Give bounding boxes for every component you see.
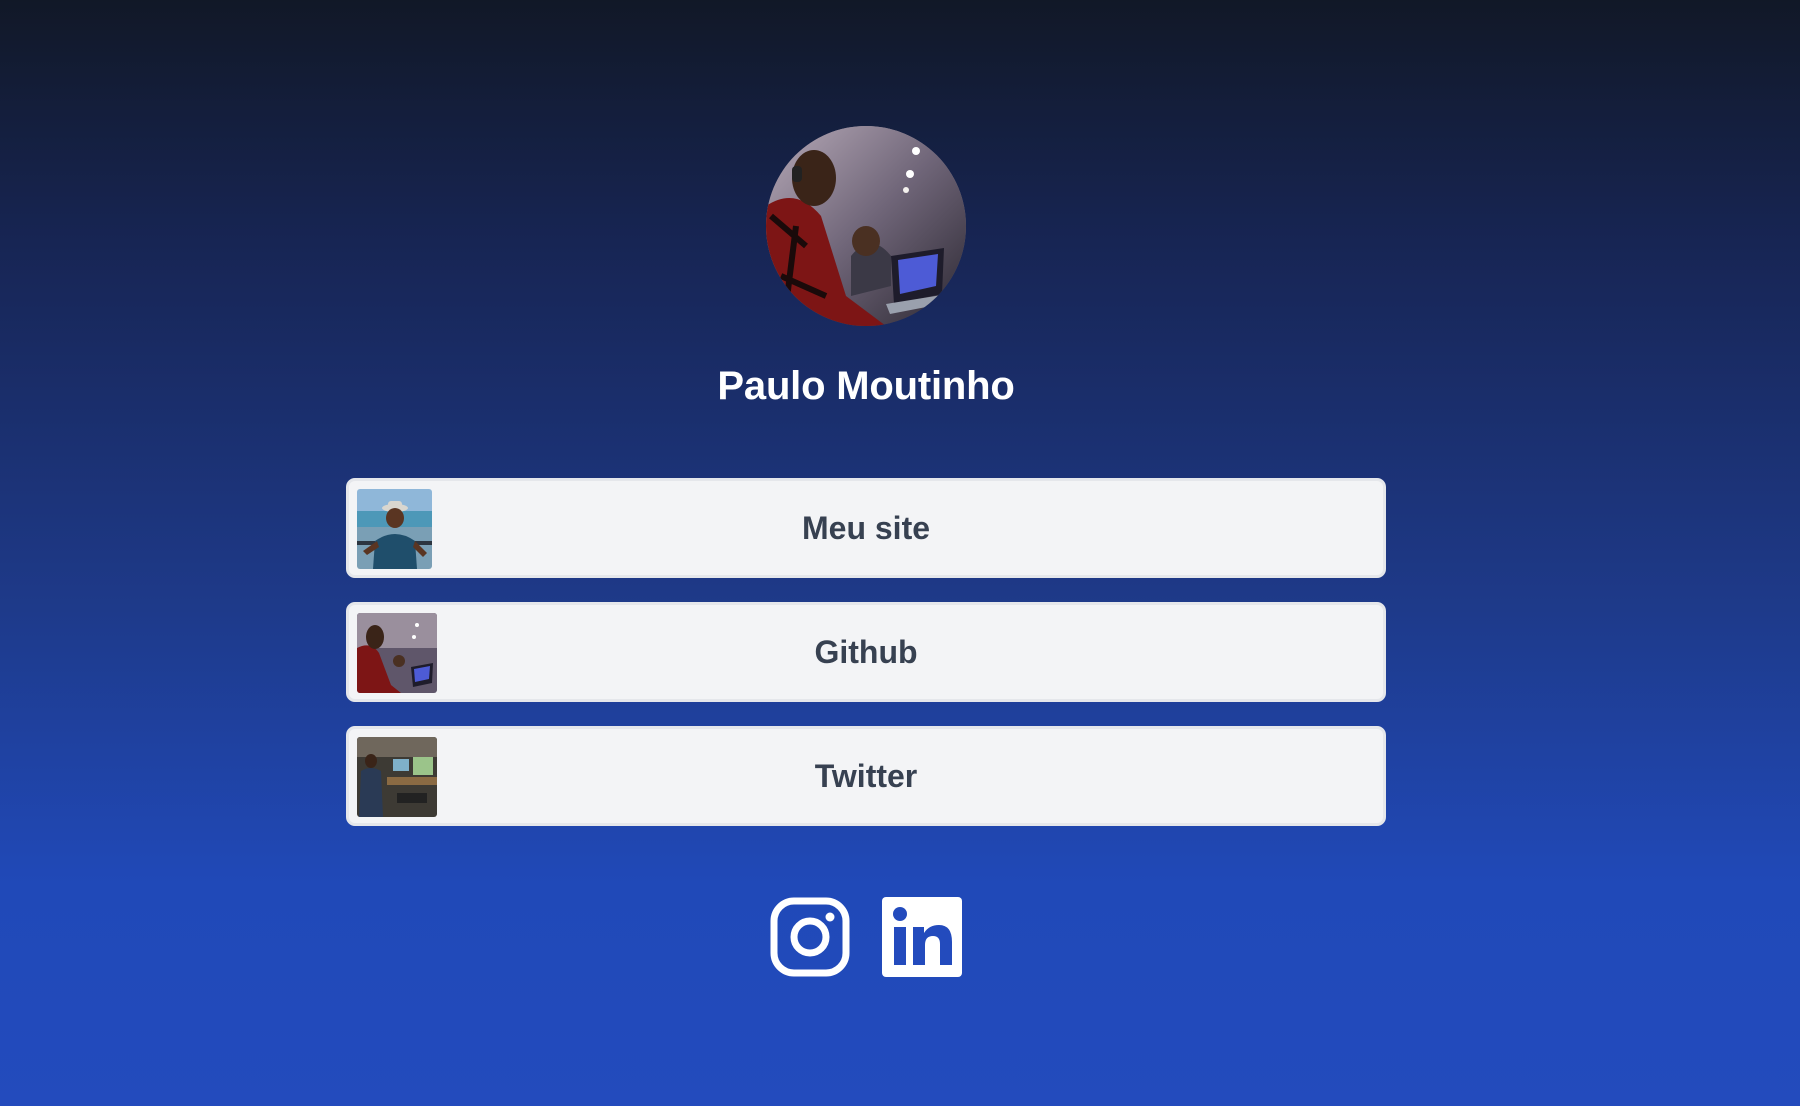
instagram-icon xyxy=(770,897,850,977)
link-label: Github xyxy=(814,634,918,670)
link-list: Meu site Github Twitter xyxy=(346,478,1386,850)
link-label: Meu site xyxy=(801,510,931,546)
linkedin-icon xyxy=(882,897,962,977)
instagram-link[interactable] xyxy=(770,897,850,977)
linktree-page: Paulo Moutinho Meu site Github Twitter xyxy=(0,0,1800,1106)
profile-name: Paulo Moutinho xyxy=(717,364,1015,408)
social-links xyxy=(770,897,964,979)
link-label: Twitter xyxy=(814,758,918,794)
linkedin-link[interactable] xyxy=(882,897,962,977)
link-card-twitter[interactable]: Twitter xyxy=(346,726,1386,826)
link-card-meu-site[interactable]: Meu site xyxy=(346,478,1386,578)
profile-photo-icon xyxy=(766,126,966,326)
link-card-github[interactable]: Github xyxy=(346,602,1386,702)
profile-avatar xyxy=(766,126,966,326)
